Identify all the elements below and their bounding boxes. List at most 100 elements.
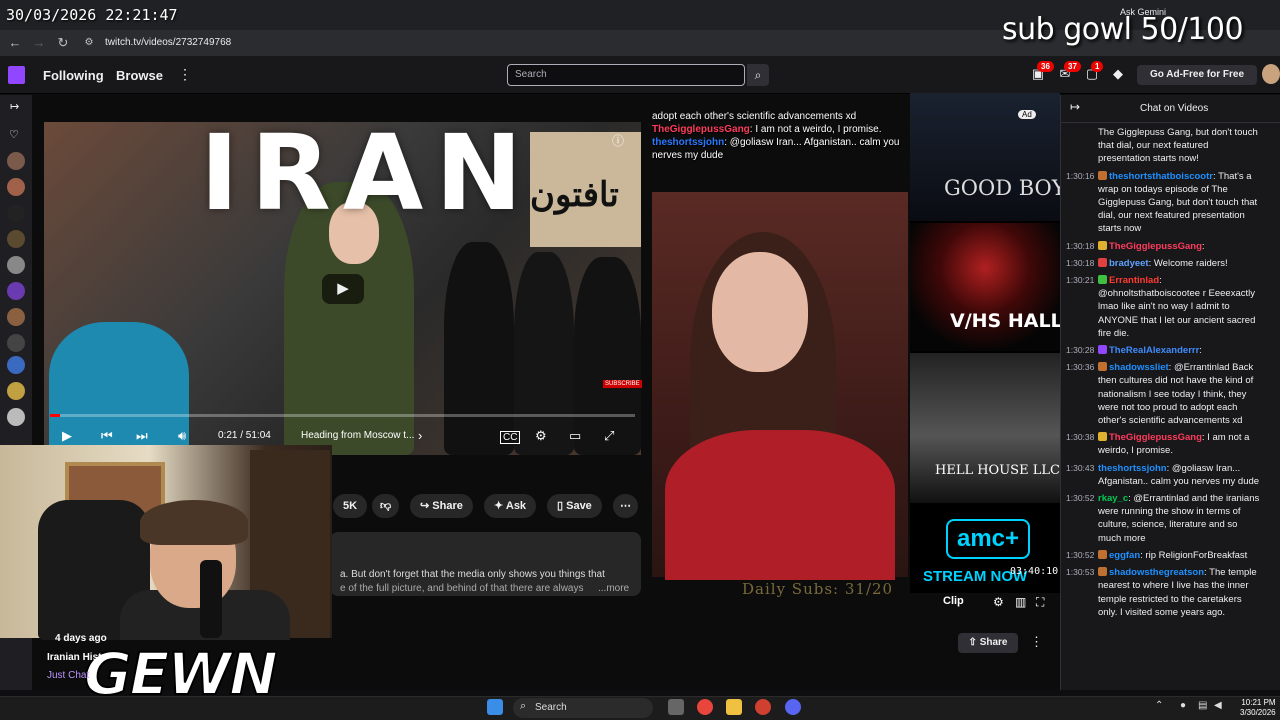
chat-timestamp: 1:30:18 — [1066, 240, 1095, 251]
like-button[interactable]: 5K — [333, 494, 368, 518]
chat-message: 1:30:53 shadowsthegreatson: The temple ne… — [1066, 566, 1262, 619]
chat-username[interactable]: theshortssjohn — [1098, 463, 1167, 474]
chat-username[interactable]: bradyeet — [1109, 258, 1149, 269]
site-info-icon[interactable]: ⚙ — [80, 34, 98, 52]
ad-panel-hellhouse[interactable] — [910, 353, 1060, 503]
channel-avatar[interactable] — [7, 356, 25, 374]
channel-avatar[interactable] — [7, 230, 25, 248]
channel-avatar[interactable] — [7, 408, 25, 426]
play-icon[interactable]: ▶ — [322, 274, 364, 304]
video-chapter[interactable]: Heading from Moscow t... — [301, 430, 414, 441]
chat-username[interactable]: Errantinlad — [1109, 275, 1159, 286]
chat-username[interactable]: TheGigglepussGang — [1109, 432, 1202, 443]
description-more-link[interactable]: ...more — [598, 583, 629, 594]
forward-icon[interactable]: → — [30, 34, 48, 52]
chat-username[interactable]: shadowssliet — [1109, 362, 1169, 373]
chrome-icon[interactable] — [697, 699, 713, 715]
chevron-up-icon[interactable]: ⌃ — [1155, 700, 1163, 711]
chat-message: 1:30:43 theshortssjohn: @goliasw Iran... … — [1066, 462, 1262, 488]
next-icon[interactable]: ⏭ — [136, 428, 148, 444]
volume-icon[interactable]: ◀ — [1214, 700, 1222, 711]
heart-icon[interactable]: ♡ — [9, 128, 19, 141]
miniplayer-icon[interactable]: ▭ — [569, 428, 581, 444]
go-adfree-button[interactable]: Go Ad-Free for Free — [1137, 65, 1257, 85]
share-button[interactable]: ↪ Share — [410, 494, 473, 518]
more-icon[interactable]: ⋮ — [178, 66, 192, 83]
twitch-logo-icon[interactable] — [8, 66, 25, 84]
chevron-right-icon[interactable]: › — [418, 428, 422, 443]
badge-icon — [1098, 240, 1107, 250]
share-button[interactable]: ⇧ Share — [958, 633, 1018, 653]
ad-panel-goodboy[interactable] — [910, 93, 1060, 221]
expand-rail-icon[interactable]: ↦ — [10, 100, 19, 113]
nav-following[interactable]: Following — [43, 68, 104, 83]
bookmark-icon: ▯ — [557, 500, 567, 512]
obs-icon[interactable] — [755, 699, 771, 715]
chat-message: The Gigglepuss Gang, but don't touch tha… — [1066, 126, 1262, 166]
channel-avatar[interactable] — [7, 334, 25, 352]
chat-message: 1:30:18 bradyeet: Welcome raiders! — [1066, 257, 1262, 270]
sub-badge-icon — [1098, 549, 1107, 559]
channel-avatar[interactable] — [7, 204, 25, 222]
file-explorer-icon[interactable] — [726, 699, 742, 715]
reload-icon[interactable]: ↻ — [54, 34, 72, 52]
category-link[interactable]: Just Chat — [47, 670, 89, 681]
chat-timestamp: 1:30:36 — [1066, 362, 1095, 373]
clip-button[interactable]: Clip — [943, 595, 964, 607]
fullscreen-icon[interactable]: ⛶ — [1036, 595, 1044, 610]
dislike-icon[interactable]: 👎︎ — [372, 494, 400, 518]
volume-icon[interactable]: 🔊︎ — [178, 428, 186, 444]
chat-username[interactable]: theshortsthatboiscootr — [1109, 171, 1213, 182]
taskbar-clock[interactable]: 10:21 PM 3/30/2026 — [1240, 698, 1276, 718]
back-icon[interactable]: ← — [6, 34, 24, 52]
video-title-overlay: IRAN — [200, 112, 535, 234]
chat-username[interactable]: TheRealAlexanderrr — [1109, 345, 1199, 356]
discord-icon[interactable] — [785, 699, 801, 715]
network-icon[interactable]: ▤ — [1198, 700, 1207, 711]
settings-icon[interactable]: ⚙ — [993, 595, 1004, 609]
settings-icon[interactable]: ⚙ — [535, 428, 547, 444]
task-view-icon[interactable] — [668, 699, 684, 715]
start-icon[interactable] — [487, 699, 503, 715]
info-icon[interactable]: ⓘ — [612, 132, 624, 149]
chat-username[interactable]: rkay_c — [1098, 493, 1128, 504]
chat-username[interactable]: TheGigglepussGang — [1109, 241, 1202, 252]
video-progress-track[interactable] — [50, 414, 635, 417]
chat-timestamp: 1:30:21 — [1066, 275, 1095, 286]
previous-icon[interactable]: ⏮ — [101, 428, 113, 444]
nav-browse[interactable]: Browse — [116, 68, 163, 83]
channel-avatar[interactable] — [7, 282, 25, 300]
taskbar-time: 10:21 PM — [1241, 698, 1276, 707]
play-icon[interactable]: ▶ — [62, 428, 72, 444]
search-input[interactable]: Search — [507, 64, 745, 86]
address-bar[interactable]: twitch.tv/videos/2732749768 — [105, 37, 231, 48]
channel-avatar[interactable] — [7, 256, 25, 274]
more-icon[interactable]: ⋯ — [613, 494, 638, 518]
avatar[interactable] — [1262, 64, 1280, 84]
taskbar-search[interactable]: Search — [513, 698, 653, 718]
save-button[interactable]: ▯ Save — [547, 494, 602, 518]
fullscreen-icon[interactable]: ⤢ — [604, 428, 614, 444]
captions-icon[interactable]: CC — [500, 431, 521, 444]
channel-avatar[interactable] — [7, 178, 25, 196]
channel-avatar[interactable] — [7, 152, 25, 170]
save-label: Save — [566, 500, 592, 512]
channel-avatar[interactable] — [7, 308, 25, 326]
subscribe-watermark[interactable]: SUBSCRIBE — [603, 380, 642, 388]
bits-icon[interactable]: ◆ — [1110, 66, 1126, 82]
chat-username[interactable]: eggfan — [1109, 550, 1140, 561]
cam-timer: 03:40:10 — [1010, 566, 1059, 577]
theatre-mode-icon[interactable]: ▥ — [1015, 595, 1026, 609]
more-icon[interactable]: ⋮ — [1030, 634, 1043, 650]
ask-button[interactable]: ✦ Ask — [484, 494, 537, 518]
search-icon[interactable]: ⌕ — [747, 64, 769, 86]
collapse-chat-icon[interactable]: ↦ — [1070, 100, 1080, 114]
chat-timestamp: 1:30:16 — [1066, 170, 1095, 181]
badge-icon — [1098, 345, 1107, 355]
sub-badge-icon — [1098, 567, 1107, 577]
chat-username[interactable]: shadowsthegreatson — [1109, 567, 1204, 578]
chat-message-list[interactable]: The Gigglepuss Gang, but don't touch tha… — [1066, 126, 1262, 623]
video-figure — [444, 242, 514, 455]
mic-icon[interactable]: ● — [1180, 700, 1186, 711]
channel-avatar[interactable] — [7, 382, 25, 400]
